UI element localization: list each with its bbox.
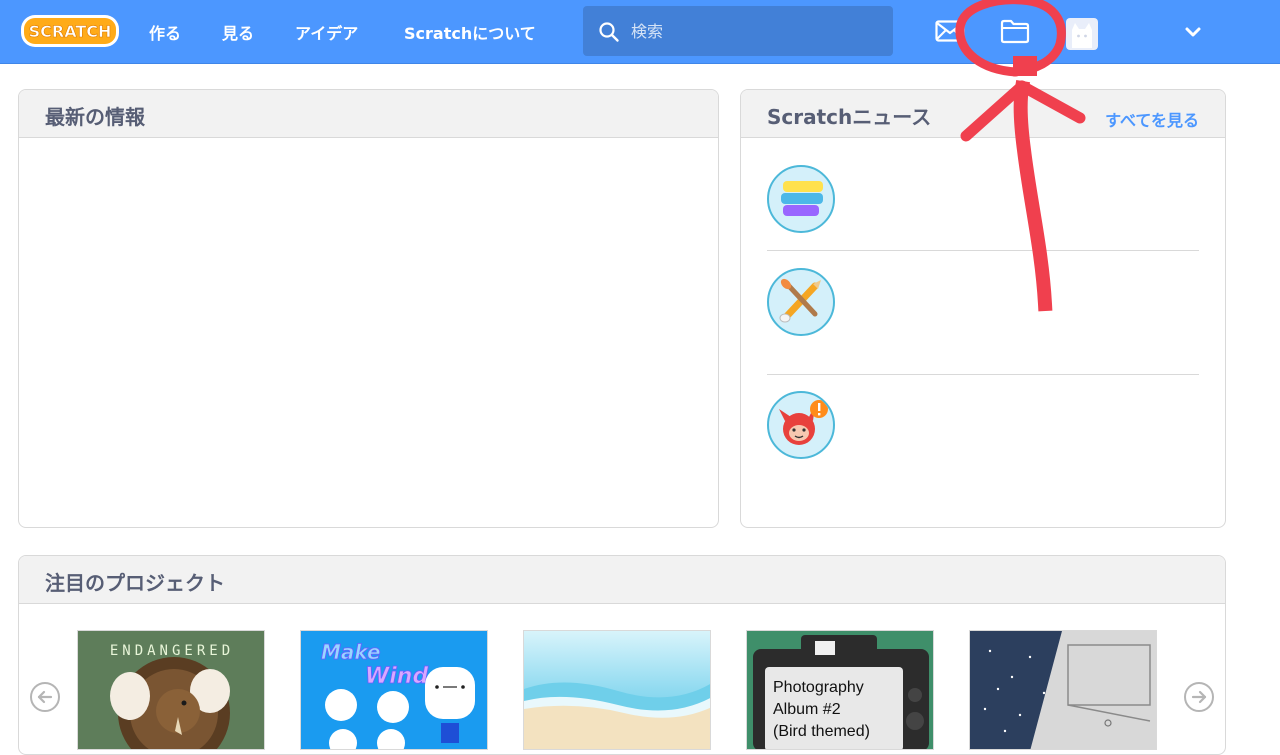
- project-thumbnail: [970, 631, 1156, 749]
- project-card[interactable]: Make Wind: [300, 630, 488, 750]
- panel-header: Scratchニュース すべてを見る: [741, 90, 1225, 138]
- chevron-down-icon[interactable]: [1184, 24, 1202, 40]
- nav-ideas[interactable]: アイデア: [295, 20, 358, 44]
- panel-header: 注目のプロジェクト: [19, 556, 1225, 604]
- project-thumbnail: Make Wind: [301, 631, 487, 749]
- project-thumbnail: Photography Album #2 (Bird themed): [747, 631, 933, 749]
- scratch-news-panel: Scratchニュース すべてを見る: [740, 89, 1226, 528]
- my-stuff-folder-icon[interactable]: [1000, 18, 1030, 44]
- red-mascot-alert-icon: [767, 391, 835, 459]
- search-input[interactable]: [631, 16, 881, 46]
- project-thumbnail: ENDANGERED: [78, 631, 264, 749]
- svg-text:Album #2: Album #2: [773, 701, 841, 718]
- svg-text:ENDANGERED: ENDANGERED: [110, 643, 234, 659]
- activity-feed: [19, 138, 718, 527]
- nav-about[interactable]: Scratchについて: [404, 20, 536, 44]
- messages-icon[interactable]: [935, 20, 965, 42]
- panel-header: 最新の情報: [19, 90, 718, 138]
- paintbrush-pencil-icon: [767, 268, 835, 336]
- top-navigation-bar: SCRATCH 作る 見る アイデア Scratchについて: [0, 0, 1280, 64]
- svg-text:Wind: Wind: [365, 664, 428, 689]
- see-all-link[interactable]: すべてを見る: [1105, 107, 1199, 131]
- news-item[interactable]: [767, 268, 1199, 358]
- whats-happening-panel: 最新の情報: [18, 89, 719, 528]
- scratch-logo[interactable]: SCRATCH: [20, 12, 120, 50]
- arrow-right-icon: [1191, 690, 1207, 704]
- svg-text:Make: Make: [321, 640, 381, 664]
- nav-explore[interactable]: 見る: [222, 20, 254, 44]
- news-item[interactable]: [767, 391, 1199, 481]
- avatar[interactable]: [1066, 18, 1098, 50]
- panel-title: 注目のプロジェクト: [45, 571, 225, 595]
- project-card[interactable]: Photography Album #2 (Bird themed): [746, 630, 934, 750]
- project-thumbnail: [524, 631, 710, 749]
- carousel-prev-button[interactable]: [30, 682, 60, 712]
- colored-blocks-icon: [767, 165, 835, 233]
- svg-text:(Bird themed): (Bird themed): [773, 723, 870, 740]
- carousel-next-button[interactable]: [1184, 682, 1214, 712]
- news-item[interactable]: [767, 165, 1199, 255]
- project-card[interactable]: [523, 630, 711, 750]
- project-card[interactable]: [969, 630, 1157, 750]
- divider: [767, 374, 1199, 375]
- panel-title: 最新の情報: [45, 105, 145, 129]
- project-card[interactable]: ENDANGERED: [77, 630, 265, 750]
- divider: [767, 250, 1199, 251]
- nav-create[interactable]: 作る: [149, 20, 181, 44]
- arrow-left-icon: [37, 690, 53, 704]
- search-bar: [583, 6, 893, 56]
- logo-text: SCRATCH: [29, 22, 112, 41]
- panel-title: Scratchニュース: [767, 105, 932, 129]
- search-icon: [599, 22, 619, 42]
- svg-text:Photography: Photography: [773, 679, 864, 696]
